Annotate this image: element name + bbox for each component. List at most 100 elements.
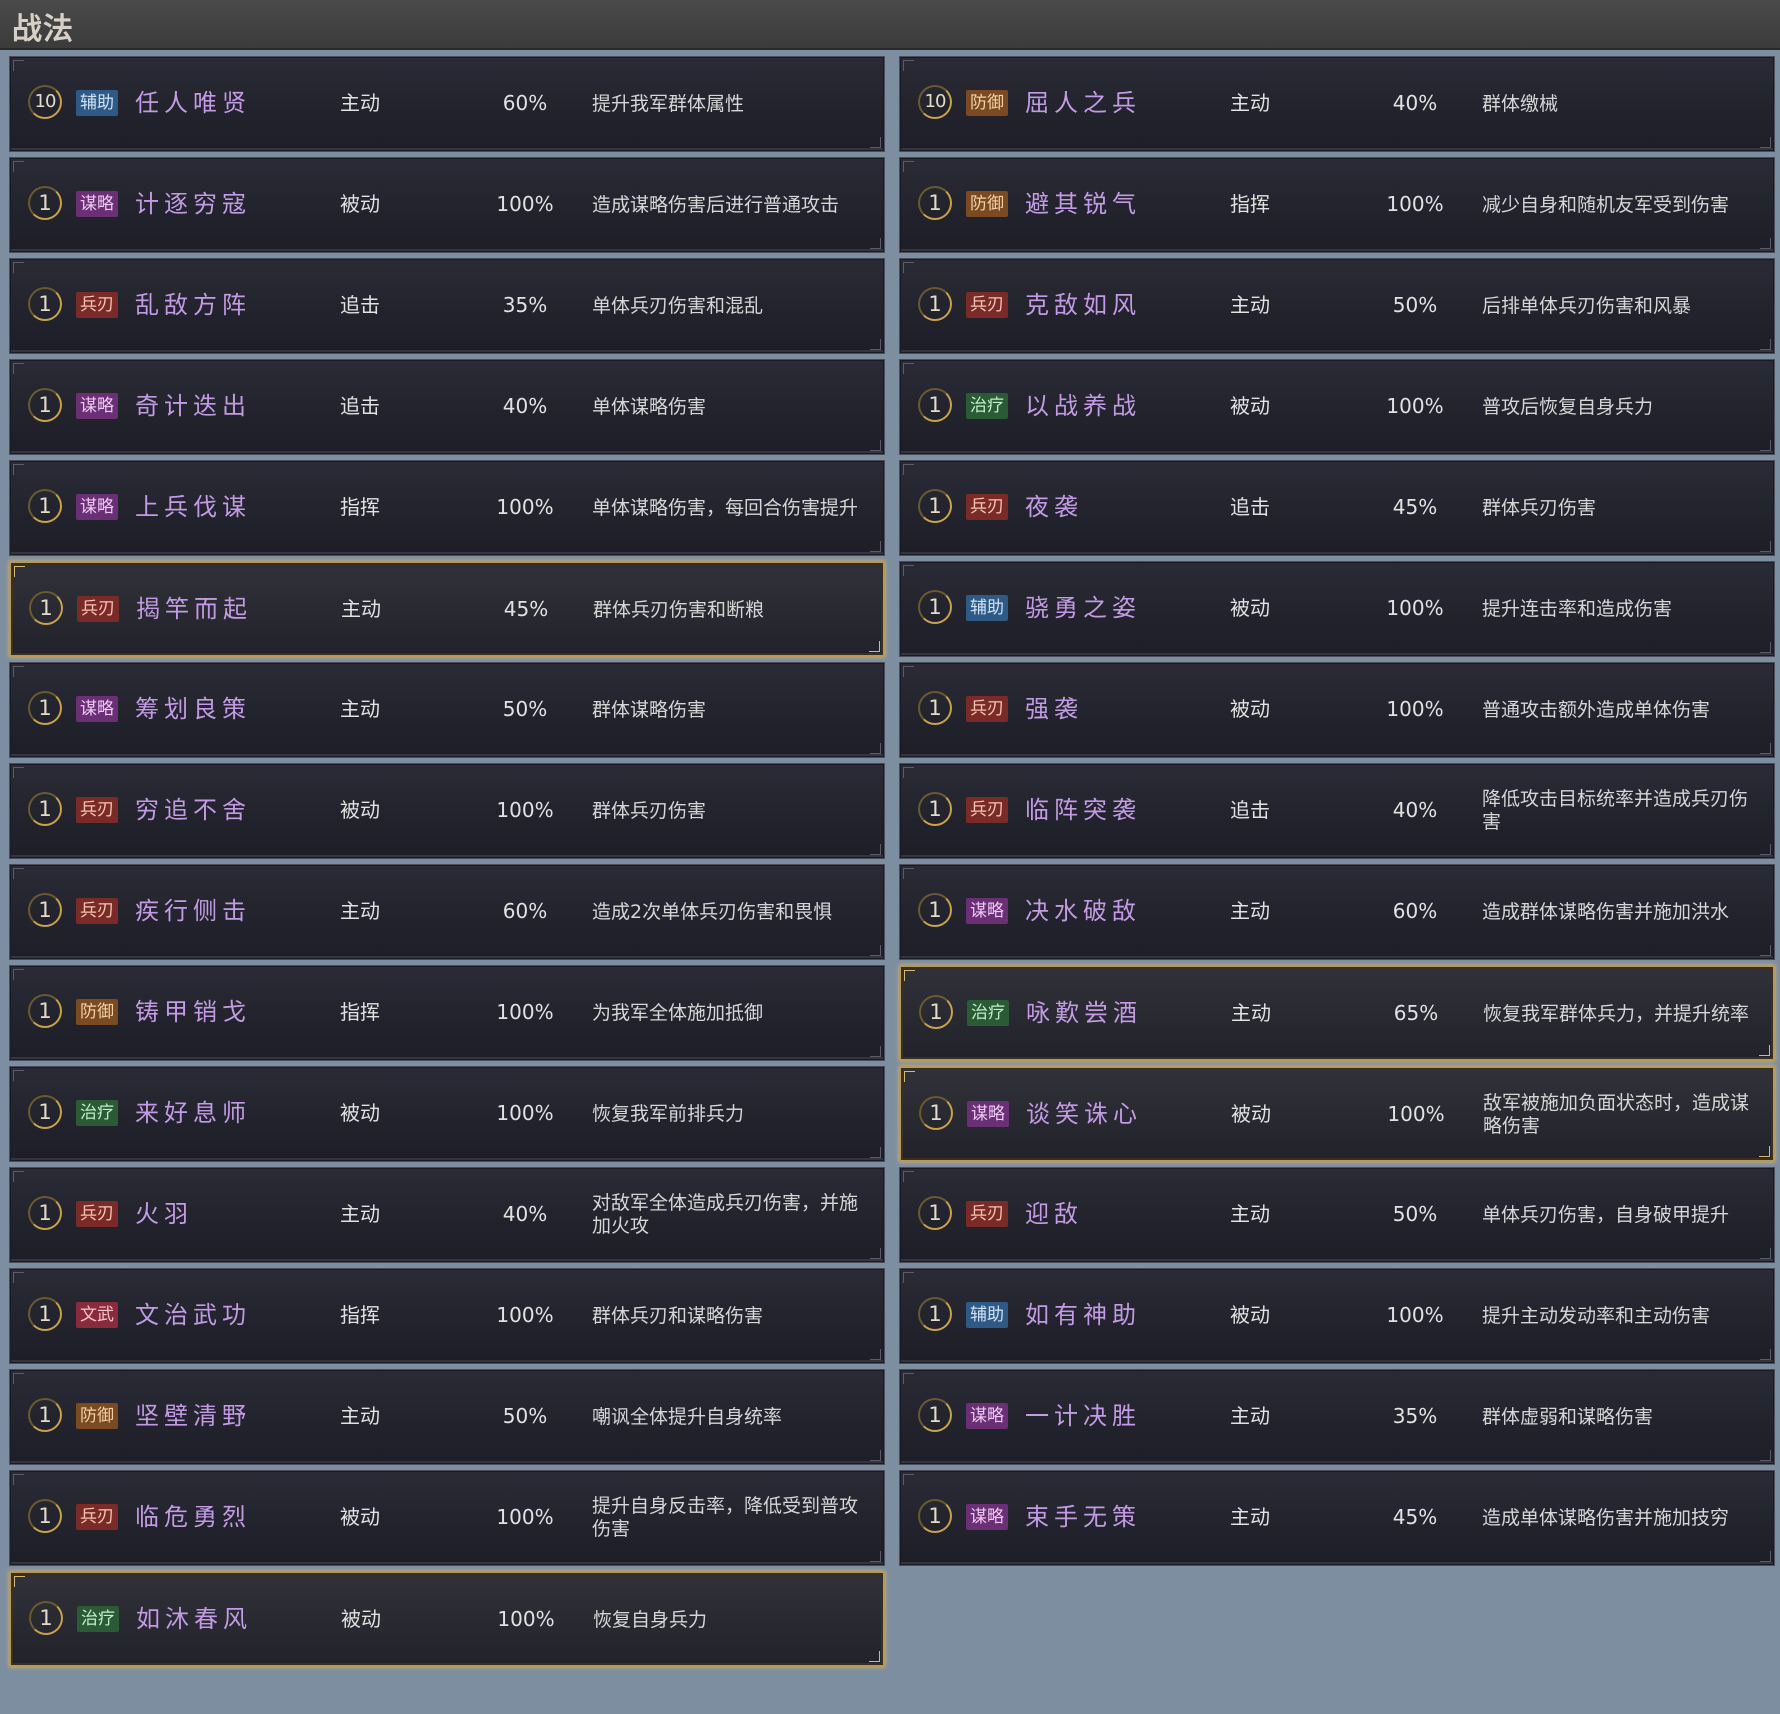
level-ring-icon: 1 (28, 287, 62, 321)
tactic-card[interactable]: 1 兵刃 穷追不舍 被动 100% 群体兵刃伤害 (9, 763, 885, 859)
level-ring-icon: 1 (918, 1297, 952, 1331)
tactic-name: 迎敌 (1025, 1200, 1083, 1228)
tactic-type: 主动 (340, 899, 380, 923)
tactic-name: 夜袭 (1025, 493, 1083, 521)
tactic-description: 对敌军全体造成兵刃伤害，并施加火攻 (592, 1192, 859, 1237)
tactic-card[interactable]: 1 兵刃 夜袭 追击 45% 群体兵刃伤害 (899, 460, 1775, 556)
tactic-description: 提升我军群体属性 (592, 92, 745, 115)
trigger-rate: 40% (502, 394, 548, 418)
category-badge: 谋略 (76, 191, 118, 217)
tactic-name: 临危勇烈 (135, 1503, 251, 1531)
level-ring-icon: 1 (918, 186, 952, 220)
tactic-card[interactable]: 1 文武 文治武功 指挥 100% 群体兵刃和谋略伤害 (9, 1268, 885, 1364)
level-ring-icon: 1 (29, 1601, 63, 1635)
tactic-card[interactable]: 1 兵刃 临阵突袭 追击 40% 降低攻击目标统率并造成兵刃伤害 (899, 763, 1775, 859)
category-badge: 治疗 (77, 1606, 119, 1632)
tactic-card[interactable]: 1 谋略 计逐穷寇 被动 100% 造成谋略伤害后进行普通攻击 (9, 157, 885, 253)
tactic-type: 被动 (1230, 1303, 1270, 1327)
tactic-name: 奇计迭出 (135, 392, 251, 420)
tactic-card[interactable]: 1 谋略 上兵伐谋 指挥 100% 单体谋略伤害，每回合伤害提升 (9, 460, 885, 556)
tactic-card[interactable]: 1 谋略 决水破敌 主动 60% 造成群体谋略伤害并施加洪水 (899, 864, 1775, 960)
level-ring-icon: 1 (918, 590, 952, 624)
tactic-name: 疾行侧击 (135, 897, 251, 925)
tactic-card[interactable]: 1 谋略 谈笑诛心 被动 100% 敌军被施加负面状态时，造成谋略伤害 (899, 1066, 1775, 1162)
tactic-card[interactable]: 1 谋略 筹划良策 主动 50% 群体谋略伤害 (9, 662, 885, 758)
trigger-rate: 50% (502, 697, 548, 721)
trigger-rate: 100% (497, 1607, 555, 1631)
tactic-card[interactable]: 1 兵刃 乱敌方阵 追击 35% 单体兵刃伤害和混乱 (9, 258, 885, 354)
tactic-description: 提升连击率和造成伤害 (1482, 597, 1673, 620)
tactic-type: 被动 (340, 192, 380, 216)
tactic-description: 造成单体谋略伤害并施加技穷 (1482, 1506, 1730, 1529)
tactic-description: 造成群体谋略伤害并施加洪水 (1482, 900, 1730, 923)
category-badge: 兵刃 (76, 292, 118, 318)
tactic-description: 群体兵刃伤害 (1482, 496, 1597, 519)
tactic-card[interactable]: 1 兵刃 强袭 被动 100% 普通攻击额外造成单体伤害 (899, 662, 1775, 758)
tactic-description: 降低攻击目标统率并造成兵刃伤害 (1482, 788, 1749, 833)
tactic-type: 被动 (340, 1101, 380, 1125)
tactic-card[interactable]: 10 辅助 任人唯贤 主动 60% 提升我军群体属性 (9, 56, 885, 152)
category-badge: 辅助 (966, 595, 1008, 621)
tactic-card[interactable]: 1 辅助 如有神助 被动 100% 提升主动发动率和主动伤害 (899, 1268, 1775, 1364)
tactic-card[interactable]: 1 兵刃 克敌如风 主动 50% 后排单体兵刃伤害和风暴 (899, 258, 1775, 354)
tactic-description: 普攻后恢复自身兵力 (1482, 395, 1654, 418)
level-ring-icon: 1 (28, 388, 62, 422)
level-ring-icon: 1 (918, 893, 952, 927)
tactic-card[interactable]: 10 防御 屈人之兵 主动 40% 群体缴械 (899, 56, 1775, 152)
tactic-type: 主动 (1230, 1202, 1270, 1226)
tactic-type: 主动 (340, 1404, 380, 1428)
tactic-name: 计逐穷寇 (135, 190, 251, 218)
category-badge: 兵刃 (76, 1201, 118, 1227)
category-badge: 谋略 (967, 1101, 1009, 1127)
tactic-description: 造成2次单体兵刃伤害和畏惧 (592, 900, 833, 923)
tactic-type: 主动 (341, 597, 381, 621)
category-badge: 防御 (76, 1403, 118, 1429)
category-badge: 辅助 (966, 1302, 1008, 1328)
trigger-rate: 100% (496, 1303, 554, 1327)
tactic-description: 普通攻击额外造成单体伤害 (1482, 698, 1711, 721)
trigger-rate: 35% (1392, 1404, 1438, 1428)
tactic-card[interactable]: 1 谋略 束手无策 主动 45% 造成单体谋略伤害并施加技穷 (899, 1470, 1775, 1566)
category-badge: 谋略 (76, 494, 118, 520)
tactic-type: 被动 (1230, 596, 1270, 620)
category-badge: 辅助 (76, 90, 118, 116)
tactic-card[interactable]: 1 辅助 骁勇之姿 被动 100% 提升连击率和造成伤害 (899, 561, 1775, 657)
tactic-name: 如沐春风 (136, 1605, 252, 1633)
tactic-card[interactable]: 1 防御 避其锐气 指挥 100% 减少自身和随机友军受到伤害 (899, 157, 1775, 253)
tactic-name: 筹划良策 (135, 695, 251, 723)
trigger-rate: 65% (1393, 1001, 1439, 1025)
tactic-card[interactable]: 1 治疗 咏歎尝酒 主动 65% 恢复我军群体兵力，并提升统率 (899, 965, 1775, 1061)
tactic-description: 群体虚弱和谋略伤害 (1482, 1405, 1654, 1428)
title-bar: 战法 (0, 0, 1780, 50)
trigger-rate: 100% (1387, 1102, 1445, 1126)
trigger-rate: 35% (502, 293, 548, 317)
tactic-description: 群体兵刃和谋略伤害 (592, 1304, 764, 1327)
tactic-card[interactable]: 1 防御 铸甲销戈 指挥 100% 为我军全体施加抵御 (9, 965, 885, 1061)
level-ring-icon: 1 (918, 792, 952, 826)
tactic-card[interactable]: 1 兵刃 临危勇烈 被动 100% 提升自身反击率，降低受到普攻伤害 (9, 1470, 885, 1566)
tactic-card[interactable]: 1 治疗 以战养战 被动 100% 普攻后恢复自身兵力 (899, 359, 1775, 455)
tactic-card[interactable]: 1 治疗 如沐春风 被动 100% 恢复自身兵力 (9, 1571, 885, 1667)
tactic-card[interactable]: 1 兵刃 疾行侧击 主动 60% 造成2次单体兵刃伤害和畏惧 (9, 864, 885, 960)
tactic-card[interactable]: 1 谋略 一计决胜 主动 35% 群体虚弱和谋略伤害 (899, 1369, 1775, 1465)
tactic-description: 单体兵刃伤害和混乱 (592, 294, 764, 317)
tactic-name: 火羽 (135, 1200, 193, 1228)
tactic-card[interactable]: 1 谋略 奇计迭出 追击 40% 单体谋略伤害 (9, 359, 885, 455)
tactic-type: 被动 (340, 798, 380, 822)
trigger-rate: 45% (1392, 1505, 1438, 1529)
level-ring-icon: 1 (919, 995, 953, 1029)
tactic-card[interactable]: 1 治疗 来好息师 被动 100% 恢复我军前排兵力 (9, 1066, 885, 1162)
tactic-card[interactable]: 1 防御 坚壁清野 主动 50% 嘲讽全体提升自身统率 (9, 1369, 885, 1465)
tactic-card[interactable]: 1 兵刃 揭竿而起 主动 45% 群体兵刃伤害和断粮 (9, 561, 885, 657)
tactic-type: 主动 (1230, 91, 1270, 115)
tactic-type: 被动 (1230, 697, 1270, 721)
tactic-card[interactable]: 1 兵刃 迎敌 主动 50% 单体兵刃伤害，自身破甲提升 (899, 1167, 1775, 1263)
tactic-type: 被动 (341, 1607, 381, 1631)
trigger-rate: 100% (496, 1000, 554, 1024)
tactic-description: 群体缴械 (1482, 92, 1559, 115)
tactic-card[interactable]: 1 兵刃 火羽 主动 40% 对敌军全体造成兵刃伤害，并施加火攻 (9, 1167, 885, 1263)
tactic-type: 追击 (1230, 495, 1270, 519)
level-ring-icon: 1 (918, 287, 952, 321)
tactic-description: 单体谋略伤害，每回合伤害提升 (592, 496, 859, 519)
tactic-name: 束手无策 (1025, 1503, 1141, 1531)
